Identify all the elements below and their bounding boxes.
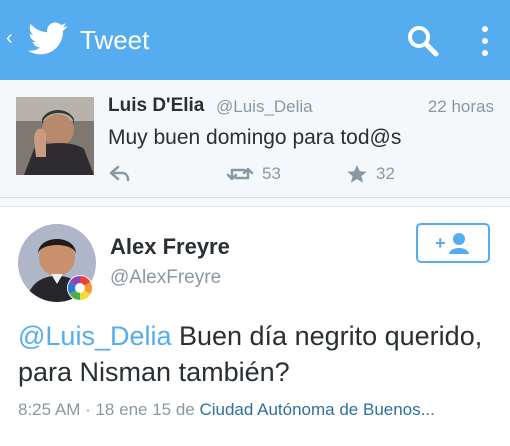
avatar[interactable] bbox=[16, 97, 94, 175]
tweet-time: 22 horas bbox=[427, 97, 494, 116]
app-bar: ‹ Tweet bbox=[0, 0, 510, 80]
rainbow-badge-icon bbox=[67, 275, 93, 301]
tweet-meta: 8:25 AM · 18 ene 15 de Ciudad Autónoma d… bbox=[18, 400, 498, 420]
author-name[interactable]: Luis D'Elia bbox=[108, 95, 204, 117]
main-tweet: Alex Freyre @AlexFreyre + @Luis_Delia Bu… bbox=[0, 206, 510, 446]
parent-tweet[interactable]: Luis D'Elia @Luis_Delia 22 horas Muy bue… bbox=[0, 80, 510, 198]
follow-button[interactable]: + bbox=[416, 223, 490, 263]
retweet-icon bbox=[226, 167, 254, 181]
author-handle[interactable]: @AlexFreyre bbox=[110, 267, 221, 289]
add-user-icon: + bbox=[435, 233, 469, 254]
twitter-bird-icon[interactable] bbox=[28, 22, 68, 56]
back-button[interactable]: ‹ bbox=[6, 28, 13, 48]
mention-link[interactable]: @Luis_Delia bbox=[18, 321, 171, 351]
favorite-button[interactable]: 32 bbox=[346, 164, 395, 184]
location-link[interactable]: Ciudad Autónoma de Buenos... bbox=[199, 400, 434, 419]
tweet-actions: 53 32 bbox=[108, 164, 498, 186]
tweet-timestamp: 8:25 AM · 18 ene 15 de bbox=[18, 400, 200, 419]
author-name[interactable]: Alex Freyre bbox=[110, 234, 230, 260]
retweet-button[interactable]: 53 bbox=[226, 164, 281, 184]
favorite-count: 32 bbox=[376, 164, 395, 183]
author-handle[interactable]: @Luis_Delia bbox=[216, 97, 313, 117]
svg-text:+: + bbox=[435, 233, 446, 253]
retweet-count: 53 bbox=[262, 164, 281, 183]
star-icon bbox=[347, 165, 367, 183]
overflow-menu-icon[interactable] bbox=[478, 24, 492, 58]
search-icon[interactable] bbox=[406, 24, 440, 58]
reply-button[interactable] bbox=[108, 164, 130, 182]
tweet-text: Muy buen domingo para tod@s bbox=[108, 126, 402, 149]
reply-icon bbox=[109, 165, 130, 182]
page-title: Tweet bbox=[80, 25, 150, 55]
tweet-text: @Luis_Delia Buen día negrito querido, pa… bbox=[18, 318, 498, 390]
